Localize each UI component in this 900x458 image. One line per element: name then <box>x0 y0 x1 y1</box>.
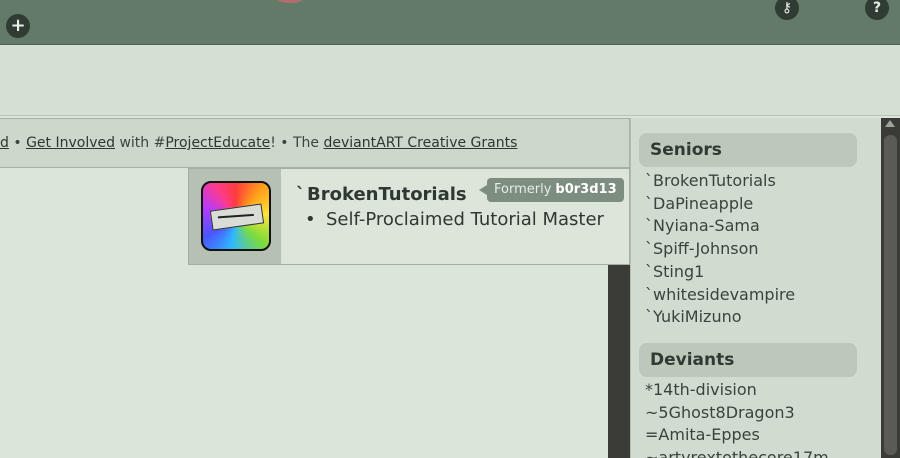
ticker-text: with # <box>115 135 166 151</box>
logo-fragment <box>276 0 304 3</box>
formerly-badge: Formerly b0r3d13 <box>479 178 624 202</box>
sidebar-scrollbar[interactable] <box>881 118 900 458</box>
user-rank-symbol: ` <box>296 184 305 205</box>
ticker-line: d • Get Involved with #ProjectEducate! •… <box>0 135 517 151</box>
member-link[interactable]: *14th-division <box>645 379 829 402</box>
help-icon[interactable]: ? <box>865 0 889 20</box>
panel-divider <box>608 265 630 458</box>
seniors-group-header: Seniors <box>639 133 857 167</box>
formerly-label: Formerly <box>494 182 552 197</box>
member-link[interactable]: ~5Ghost8Dragon3 <box>645 402 829 425</box>
formerly-name: b0r3d13 <box>555 182 617 197</box>
avatar-logo <box>209 203 265 231</box>
seniors-list: `BrokenTutorials `DaPineapple `Nyiana-Sama… <box>645 170 795 329</box>
member-list-sidebar: Seniors `BrokenTutorials `DaPineapple `Nyi… <box>630 118 881 458</box>
username-link[interactable]: BrokenTutorials <box>307 184 467 205</box>
bullet-icon: • <box>305 209 316 230</box>
member-link[interactable]: `Nyiana-Sama <box>645 215 795 238</box>
key-icon[interactable]: ⚷ <box>775 0 799 20</box>
avatar[interactable] <box>201 181 271 251</box>
user-info-popup: ` BrokenTutorials Formerly b0r3d13 • Self… <box>188 168 630 265</box>
user-tagline: Self-Proclaimed Tutorial Master <box>326 209 604 230</box>
announcement-ticker: d • Get Involved with #ProjectEducate! •… <box>0 118 630 168</box>
avatar-panel <box>189 169 281 264</box>
scrollbar-thumb[interactable] <box>884 135 897 455</box>
scroll-up-arrow-icon[interactable] <box>885 120 895 127</box>
member-link[interactable]: `BrokenTutorials <box>645 170 795 193</box>
ticker-link[interactable]: Get Involved <box>26 135 115 151</box>
ticker-link[interactable]: ProjectEducate <box>165 135 270 151</box>
member-link[interactable]: `DaPineapple <box>645 193 795 216</box>
header-band <box>0 45 900 116</box>
member-link[interactable]: =Amita-Eppes <box>645 424 829 447</box>
member-link[interactable]: `YukiMizuno <box>645 306 795 329</box>
member-link[interactable]: `whitesidevampire <box>645 284 795 307</box>
ticker-text: • <box>8 135 27 151</box>
ticker-link[interactable]: d <box>0 135 9 151</box>
plus-icon[interactable]: + <box>6 14 30 38</box>
member-link[interactable]: ~artyrextothecore17m <box>645 447 829 458</box>
member-link[interactable]: `Spiff-Johnson <box>645 238 795 261</box>
top-navigation-bar: + ⚷ ? <box>0 0 900 45</box>
deviants-group-header: Deviants <box>639 343 857 377</box>
deviants-list: *14th-division ~5Ghost8Dragon3 =Amita-Eppe… <box>645 379 829 458</box>
ticker-link[interactable]: deviantART Creative Grants <box>324 135 518 151</box>
member-link[interactable]: `Sting1 <box>645 261 795 284</box>
ticker-text: ! • The <box>270 135 324 151</box>
